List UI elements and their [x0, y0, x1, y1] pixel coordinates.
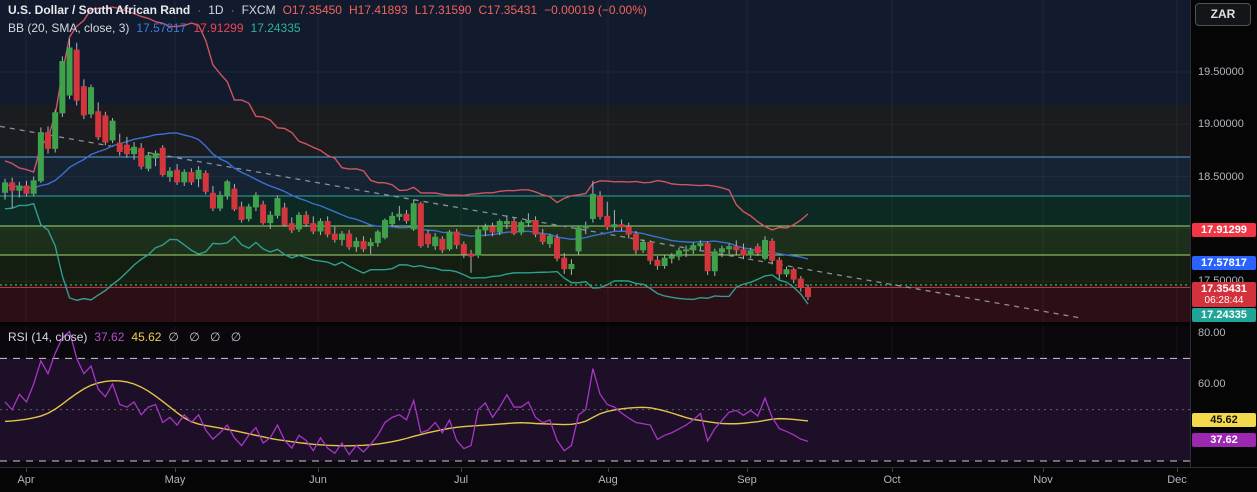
- red-support-zone: [0, 287, 1190, 322]
- price-tick: 19.50000: [1198, 66, 1244, 78]
- open-value: O17.35450: [282, 3, 342, 17]
- rsi-unset-values: ∅ ∅ ∅ ∅: [168, 330, 242, 344]
- separator-dot: ·: [230, 3, 235, 17]
- rsi-legend: RSI (14, close) 37.62 45.62 ∅ ∅ ∅ ∅: [8, 330, 241, 344]
- symbol-zar-button[interactable]: ZAR: [1195, 3, 1251, 26]
- price-tick: 18.50000: [1198, 170, 1244, 183]
- symbol-legend: U.S. Dollar / South African Rand · 1D · …: [8, 3, 647, 17]
- month-label-nov: Nov: [1033, 474, 1053, 486]
- rsi-ma-badge: 45.62: [1192, 412, 1256, 427]
- chart-canvas[interactable]: [0, 0, 1190, 467]
- bb-upper-badge: 17.91299: [1192, 222, 1256, 237]
- month-tick: [747, 468, 748, 472]
- month-label-may: May: [164, 474, 186, 486]
- month-label-apr: Apr: [17, 474, 35, 486]
- month-tick: [26, 468, 27, 472]
- separator-dot: ·: [197, 3, 202, 17]
- month-tick: [1043, 468, 1044, 472]
- month-label-sep: Sep: [737, 474, 757, 486]
- close-value: C17.35431: [478, 3, 538, 17]
- price-tick: 19.00000: [1198, 118, 1244, 131]
- month-label-dec: Dec: [1167, 474, 1187, 486]
- symbol-title[interactable]: U.S. Dollar / South African Rand: [8, 3, 190, 17]
- price-zones: [0, 0, 1190, 322]
- time-axis[interactable]: Apr May Jun Jul Aug Sep Oct Nov Dec: [0, 467, 1257, 492]
- change-value: −0.00019 (−0.00%): [544, 3, 647, 17]
- month-tick: [175, 468, 176, 472]
- rsi-indicator-label[interactable]: RSI (14, close): [8, 330, 87, 344]
- rsi-tick: 80.00: [1198, 326, 1226, 339]
- bb-indicator-label[interactable]: BB (20, SMA, close, 3): [8, 21, 129, 35]
- bb-basis-badge: 17.57817: [1192, 255, 1256, 270]
- olive-zone: [0, 255, 1190, 285]
- rsi-plot: [0, 330, 1190, 462]
- bb-lower-badge: 17.24335: [1192, 307, 1256, 322]
- trading-chart-window: U.S. Dollar / South African Rand · 1D · …: [0, 0, 1257, 492]
- bb-legend: BB (20, SMA, close, 3) 17.57817 17.91299…: [8, 21, 301, 35]
- month-label-oct: Oct: [883, 474, 901, 486]
- month-tick: [892, 468, 893, 472]
- bb-lower-value: 17.24335: [250, 21, 301, 35]
- timeframe-label[interactable]: 1D: [208, 3, 223, 17]
- bb-basis-value: 17.57817: [136, 21, 187, 35]
- month-label-jun: Jun: [309, 474, 327, 486]
- month-tick: [608, 468, 609, 472]
- price-axis[interactable]: 19.5000019.0000018.5000018.0000017.50000…: [1190, 0, 1257, 467]
- rsi-tick: 60.00: [1198, 378, 1226, 390]
- bb-upper-value: 17.91299: [193, 21, 244, 35]
- month-tick: [318, 468, 319, 472]
- month-tick: [1177, 468, 1178, 472]
- exchange-label[interactable]: FXCM: [242, 3, 276, 17]
- month-label-aug: Aug: [598, 474, 618, 486]
- rsi-ma-value: 45.62: [131, 330, 162, 344]
- low-value: L17.31590: [414, 3, 472, 17]
- month-label-jul: Jul: [453, 474, 469, 486]
- rsi-value: 37.62: [94, 330, 125, 344]
- last-price-badge: 17.35431 06:28:44: [1192, 281, 1256, 307]
- month-tick: [461, 468, 462, 472]
- rsi-value-badge: 37.62: [1192, 433, 1256, 448]
- high-value: H17.41893: [348, 3, 408, 17]
